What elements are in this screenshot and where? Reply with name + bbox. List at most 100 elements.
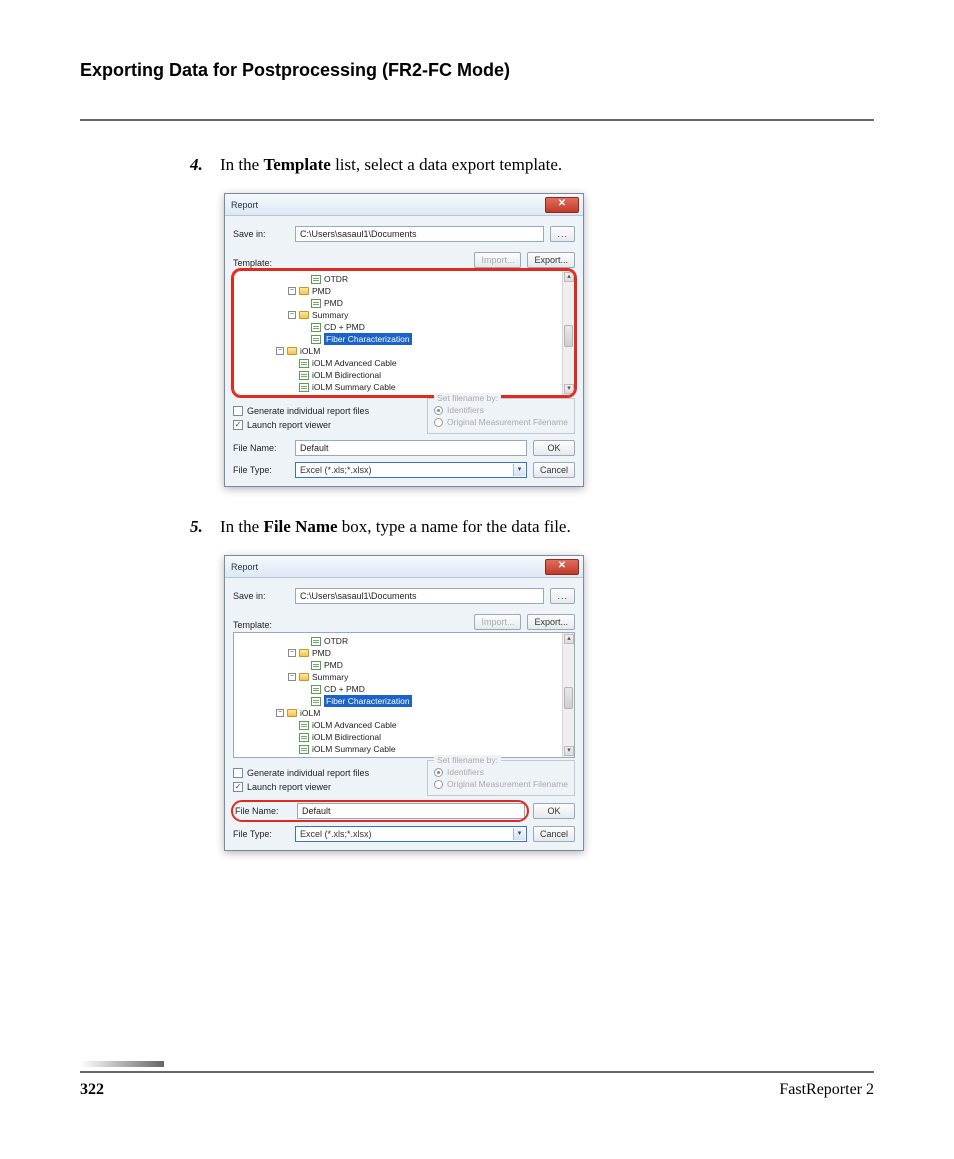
filename-label: File Name: xyxy=(235,806,291,816)
radio-identifiers[interactable] xyxy=(434,406,443,415)
tree-pmd-file[interactable]: PMD xyxy=(324,659,343,671)
import-button[interactable]: Import... xyxy=(474,252,521,268)
tree-scrollbar[interactable]: ▴ ▾ xyxy=(562,633,574,757)
report-file-icon xyxy=(311,275,321,284)
tree-olts[interactable]: OLTS xyxy=(300,755,322,758)
cancel-button[interactable]: Cancel xyxy=(533,826,575,842)
tree-pmd-folder[interactable]: PMD xyxy=(312,647,331,659)
dialog-titlebar[interactable]: Report ✕ xyxy=(225,194,583,216)
export-button[interactable]: Export... xyxy=(527,614,575,630)
filename-input[interactable]: Default xyxy=(297,803,525,819)
launch-viewer-row[interactable]: ✓ Launch report viewer xyxy=(233,782,415,792)
radio-original-label: Original Measurement Filename xyxy=(447,417,568,427)
collapse-icon[interactable]: − xyxy=(276,709,284,717)
launch-viewer-checkbox[interactable]: ✓ xyxy=(233,420,243,430)
cancel-button[interactable]: Cancel xyxy=(533,462,575,478)
tree-cd-pmd[interactable]: CD + PMD xyxy=(324,683,365,695)
tree-iolm-sum[interactable]: iOLM Summary Cable xyxy=(312,743,396,755)
tree-otdr[interactable]: OTDR xyxy=(324,635,348,647)
report-file-icon xyxy=(299,733,309,742)
gen-individual-checkbox[interactable] xyxy=(233,768,243,778)
filename-highlight: File Name: Default xyxy=(233,802,527,820)
tree-olts[interactable]: OLTS xyxy=(300,393,322,396)
tree-summary[interactable]: Summary xyxy=(312,671,348,683)
export-button[interactable]: Export... xyxy=(527,252,575,268)
filetype-row: File Type: Excel (*.xls;*.xlsx) ▾ Cancel xyxy=(233,462,575,478)
filetype-label: File Type: xyxy=(233,465,289,475)
report-file-icon xyxy=(299,359,309,368)
radio-original[interactable] xyxy=(434,780,443,789)
gen-individual-row[interactable]: Generate individual report files xyxy=(233,406,415,416)
filetype-value: Excel (*.xls;*.xlsx) xyxy=(300,829,372,839)
set-filename-by-fieldset: Set filename by: Identifiers Original Me… xyxy=(427,398,575,434)
tree-fiber-char[interactable]: Fiber Characterization xyxy=(324,695,412,707)
collapse-icon[interactable]: − xyxy=(276,347,284,355)
tree-iolm-bi[interactable]: iOLM Bidirectional xyxy=(312,731,381,743)
radio-original[interactable] xyxy=(434,418,443,427)
filename-label: File Name: xyxy=(233,443,289,453)
ok-button[interactable]: OK xyxy=(533,440,575,456)
tree-cd-pmd[interactable]: CD + PMD xyxy=(324,321,365,333)
collapse-icon[interactable]: − xyxy=(288,649,296,657)
dialog-2-wrap: Report ✕ Save in: C:\Users\sasaul1\Docum… xyxy=(224,555,874,851)
tree-iolm[interactable]: iOLM xyxy=(300,707,320,719)
radio-identifiers-row[interactable]: Identifiers xyxy=(434,405,568,415)
tree-fiber-char[interactable]: Fiber Characterization xyxy=(324,333,412,345)
radio-original-row[interactable]: Original Measurement Filename xyxy=(434,417,568,427)
tree-iolm-bi[interactable]: iOLM Bidirectional xyxy=(312,369,381,381)
tree-otdr[interactable]: OTDR xyxy=(324,273,348,285)
tree-iolm[interactable]: iOLM xyxy=(300,345,320,357)
close-icon[interactable]: ✕ xyxy=(545,197,579,213)
collapse-icon[interactable]: − xyxy=(276,395,284,396)
scroll-down-icon[interactable]: ▾ xyxy=(564,746,574,756)
tree-iolm-adv[interactable]: iOLM Advanced Cable xyxy=(312,357,397,369)
tree-scrollbar[interactable]: ▴ ▾ xyxy=(562,271,574,395)
radio-identifiers[interactable] xyxy=(434,768,443,777)
left-checks: Generate individual report files ✓ Launc… xyxy=(233,404,415,434)
radio-original-row[interactable]: Original Measurement Filename xyxy=(434,779,568,789)
close-icon[interactable]: ✕ xyxy=(545,559,579,575)
filetype-select[interactable]: Excel (*.xls;*.xlsx) ▾ xyxy=(295,462,527,478)
step-4-post: list, select a data export template. xyxy=(331,155,562,174)
tree-pmd-folder[interactable]: PMD xyxy=(312,285,331,297)
browse-button[interactable]: ... xyxy=(550,226,575,242)
tree-iolm-adv[interactable]: iOLM Advanced Cable xyxy=(312,719,397,731)
browse-button[interactable]: ... xyxy=(550,588,575,604)
chevron-down-icon[interactable]: ▾ xyxy=(513,828,525,840)
chevron-down-icon[interactable]: ▾ xyxy=(513,464,525,476)
template-tree-panel[interactable]: OTDR − PMD PMD − Summary CD + PMD Fiber Ch… xyxy=(233,632,575,758)
template-tree: OTDR − PMD PMD − Summary CD + PMD Fiber Ch… xyxy=(234,273,560,396)
report-file-icon xyxy=(311,697,321,706)
launch-viewer-checkbox[interactable]: ✓ xyxy=(233,782,243,792)
tree-pmd-file[interactable]: PMD xyxy=(324,297,343,309)
collapse-icon[interactable]: − xyxy=(288,673,296,681)
report-file-icon xyxy=(311,299,321,308)
ok-button[interactable]: OK xyxy=(533,803,575,819)
collapse-icon[interactable]: − xyxy=(288,311,296,319)
scroll-thumb[interactable] xyxy=(564,325,573,347)
scroll-thumb[interactable] xyxy=(564,687,573,709)
launch-viewer-row[interactable]: ✓ Launch report viewer xyxy=(233,420,415,430)
report-file-icon xyxy=(311,685,321,694)
filetype-select[interactable]: Excel (*.xls;*.xlsx) ▾ xyxy=(295,826,527,842)
import-button[interactable]: Import... xyxy=(474,614,521,630)
scroll-up-icon[interactable]: ▴ xyxy=(564,272,574,282)
step-4-number: 4. xyxy=(190,155,220,175)
collapse-icon[interactable]: − xyxy=(288,287,296,295)
footer-rule xyxy=(80,1071,874,1073)
filename-input[interactable]: Default xyxy=(295,440,527,456)
save-in-input[interactable]: C:\Users\sasaul1\Documents xyxy=(295,226,544,242)
tree-iolm-sum[interactable]: iOLM Summary Cable xyxy=(312,381,396,393)
folder-icon xyxy=(287,347,297,355)
template-tree-panel[interactable]: OTDR − PMD PMD − Summary CD + PMD Fiber Ch… xyxy=(233,270,575,396)
collapse-icon[interactable]: − xyxy=(276,757,284,758)
radio-identifiers-row[interactable]: Identifiers xyxy=(434,767,568,777)
scroll-up-icon[interactable]: ▴ xyxy=(564,634,574,644)
set-filename-legend: Set filename by: xyxy=(434,393,501,403)
save-in-input[interactable]: C:\Users\sasaul1\Documents xyxy=(295,588,544,604)
gen-individual-row[interactable]: Generate individual report files xyxy=(233,768,415,778)
dialog-titlebar[interactable]: Report ✕ xyxy=(225,556,583,578)
scroll-down-icon[interactable]: ▾ xyxy=(564,384,574,394)
gen-individual-checkbox[interactable] xyxy=(233,406,243,416)
tree-summary[interactable]: Summary xyxy=(312,309,348,321)
